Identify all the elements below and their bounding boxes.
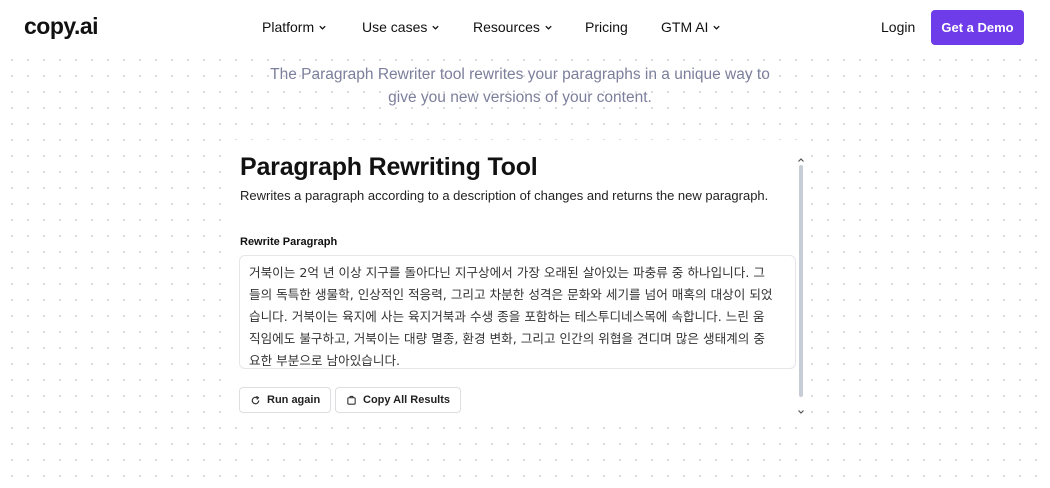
nav-item-label: Resources [473,19,540,35]
nav-item-gtm-ai[interactable]: GTM AI [661,19,721,35]
intro-line: The Paragraph Rewriter tool rewrites you… [270,66,770,83]
nav-item-resources[interactable]: Resources [473,19,553,35]
nav-item-label: Use cases [362,19,428,35]
nav-item-platform[interactable]: Platform [262,19,327,35]
intro-line: give you new versions of your content. [388,89,652,106]
top-navigation: copy.ai Platform Use cases Resources Pri… [0,0,1050,56]
result-line: 들의 독특한 생물학, 인상적인 적응력, 그리고 차분한 성격은 문화와 세기… [249,287,773,302]
login-link[interactable]: Login [881,19,915,35]
run-again-button[interactable]: Run again [239,387,332,413]
run-again-label: Run again [267,394,321,406]
tool-title: Paragraph Rewriting Tool [240,153,538,181]
tool-subtitle: Rewrites a paragraph according to a desc… [240,188,769,203]
clipboard-icon [347,395,356,405]
copy-all-label: Copy All Results [363,394,450,406]
chevron-down-icon [713,25,721,30]
nav-item-use-cases[interactable]: Use cases [362,19,440,35]
intro-text: The Paragraph Rewriter tool rewrites you… [240,63,800,109]
scrollbar-thumb[interactable] [799,165,803,397]
nav-item-label: Platform [262,19,315,35]
copy-all-results-button[interactable]: Copy All Results [335,387,461,413]
nav-item-pricing[interactable]: Pricing [585,19,628,35]
chevron-up-icon[interactable] [797,157,805,163]
result-line: 직임에도 불구하고, 거북이는 대량 멸종, 환경 변화, 그리고 인간의 위협… [249,331,765,346]
result-line: 습니다. 거북이는 육지에 사는 육지거북과 수생 종을 포함하는 테스투디네스… [249,309,765,324]
chevron-down-icon[interactable] [797,409,805,415]
rewrite-result-box[interactable]: 거북이는 2억 년 이상 지구를 돌아다닌 지구상에서 가장 오래된 살아있는 … [239,255,796,369]
result-line: 거북이는 2억 년 이상 지구를 돌아다닌 지구상에서 가장 오래된 살아있는 … [249,265,765,280]
refresh-icon [251,395,260,404]
chevron-down-icon [319,25,326,30]
result-line: 요한 부분으로 남아있습니다. [249,353,401,368]
nav-item-label: GTM AI [661,19,709,35]
rewrite-paragraph-label: Rewrite Paragraph [240,236,338,248]
nav-item-label: Pricing [585,19,628,35]
chevron-down-icon [545,25,552,30]
get-demo-button[interactable]: Get a Demo [931,10,1024,45]
chevron-down-icon [432,25,440,30]
